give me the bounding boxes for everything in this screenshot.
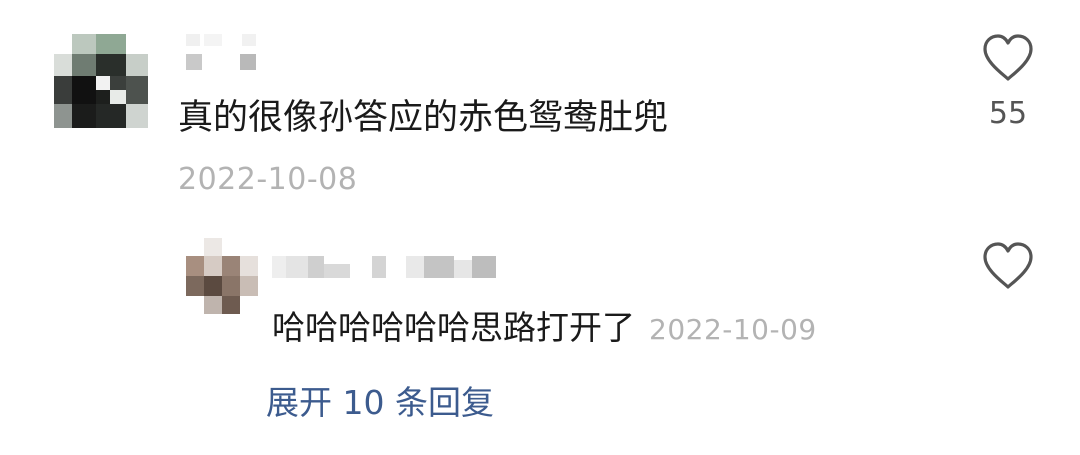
reply-author-avatar[interactable]	[186, 238, 258, 314]
reply-content: 哈哈哈哈哈哈思路打开了 2022-10-09	[272, 300, 817, 362]
reply-date: 2022-10-09	[649, 313, 817, 346]
heart-outline-icon	[983, 242, 1033, 289]
expand-replies-link[interactable]: 展开 10 条回复	[266, 378, 494, 428]
comment-author-name[interactable]	[184, 34, 274, 74]
reply-author-name[interactable]	[272, 252, 502, 284]
comment-like-count: 55	[988, 96, 1028, 131]
comment-like-button[interactable]	[980, 32, 1036, 84]
reply-like-button[interactable]	[980, 240, 1036, 292]
reply-text: 哈哈哈哈哈哈思路打开了	[272, 308, 635, 347]
comment-date: 2022-10-08	[178, 162, 358, 197]
heart-outline-icon	[983, 34, 1033, 81]
comment-text: 真的很像孙答应的赤色鸳鸯肚兜	[178, 98, 669, 138]
comment-author-avatar[interactable]	[54, 34, 150, 128]
